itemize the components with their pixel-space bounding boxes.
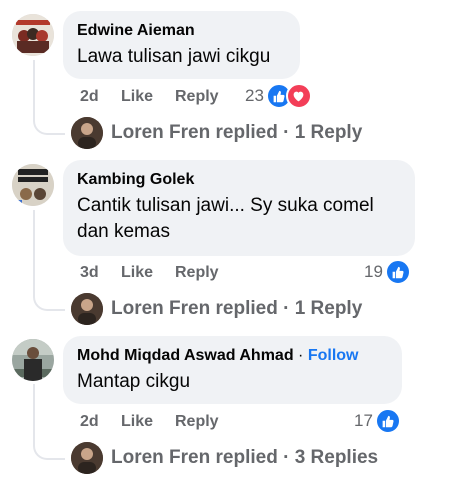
reply-button[interactable]: Reply [175, 88, 219, 106]
separator-dot: · [298, 347, 304, 364]
comment-text: Lawa tulisan jawi cikgu [77, 46, 271, 67]
follow-button[interactable]: Follow [308, 347, 359, 364]
avatar[interactable] [12, 339, 54, 381]
reaction-summary[interactable]: 17 [354, 408, 401, 434]
comment-time[interactable]: 3d [80, 264, 99, 282]
reaction-count: 19 [364, 262, 383, 281]
avatar [71, 293, 103, 325]
comment-author[interactable]: Mohd Miqdad Aswad Ahmad [77, 347, 294, 364]
reply-thread-line [33, 210, 65, 311]
avatar[interactable] [12, 164, 54, 206]
view-replies-link[interactable]: Loren Fren replied · 3 Replies [71, 442, 378, 474]
like-button[interactable]: Like [121, 88, 153, 106]
comment-text: Cantik tulisan jawi... Sy suka comel dan… [77, 195, 374, 242]
avatar [71, 442, 103, 474]
reaction-count: 23 [245, 86, 264, 105]
comment-bubble: Edwine Aieman Lawa tulisan jawi cikgu [63, 11, 300, 79]
view-replies-link[interactable]: Loren Fren replied · 1 Reply [71, 117, 362, 149]
comment-author[interactable]: Edwine Aieman [77, 21, 286, 41]
comment-bubble: Kambing Golek Cantik tulisan jawi... Sy … [63, 160, 415, 256]
view-replies-label[interactable]: Loren Fren replied · 1 Reply [111, 298, 362, 320]
reaction-summary[interactable]: 19 [364, 259, 411, 285]
comment-time[interactable]: 2d [80, 88, 99, 106]
reaction-summary[interactable]: 23 [245, 83, 312, 109]
like-button[interactable]: Like [121, 413, 153, 431]
view-replies-label[interactable]: Loren Fren replied · 3 Replies [111, 447, 378, 469]
reply-thread-line [33, 60, 65, 135]
like-reaction-icon [384, 259, 411, 285]
reply-thread-line [33, 384, 65, 460]
view-replies-label[interactable]: Loren Fren replied · 1 Reply [111, 122, 362, 144]
reply-button[interactable]: Reply [175, 413, 219, 431]
comment-time[interactable]: 2d [80, 413, 99, 431]
comment-text: Mantap cikgu [77, 371, 191, 392]
reply-button[interactable]: Reply [175, 264, 219, 282]
avatar [71, 117, 103, 149]
avatar[interactable] [12, 14, 54, 56]
reaction-count: 17 [354, 411, 373, 430]
view-replies-link[interactable]: Loren Fren replied · 1 Reply [71, 293, 362, 325]
comment-author[interactable]: Kambing Golek [77, 170, 401, 190]
comment-bubble: Mohd Miqdad Aswad Ahmad · Follow Mantap … [63, 336, 402, 404]
comment-author-row: Mohd Miqdad Aswad Ahmad · Follow [77, 346, 388, 366]
love-reaction-icon [285, 83, 312, 109]
like-reaction-icon [374, 408, 401, 434]
like-button[interactable]: Like [121, 264, 153, 282]
